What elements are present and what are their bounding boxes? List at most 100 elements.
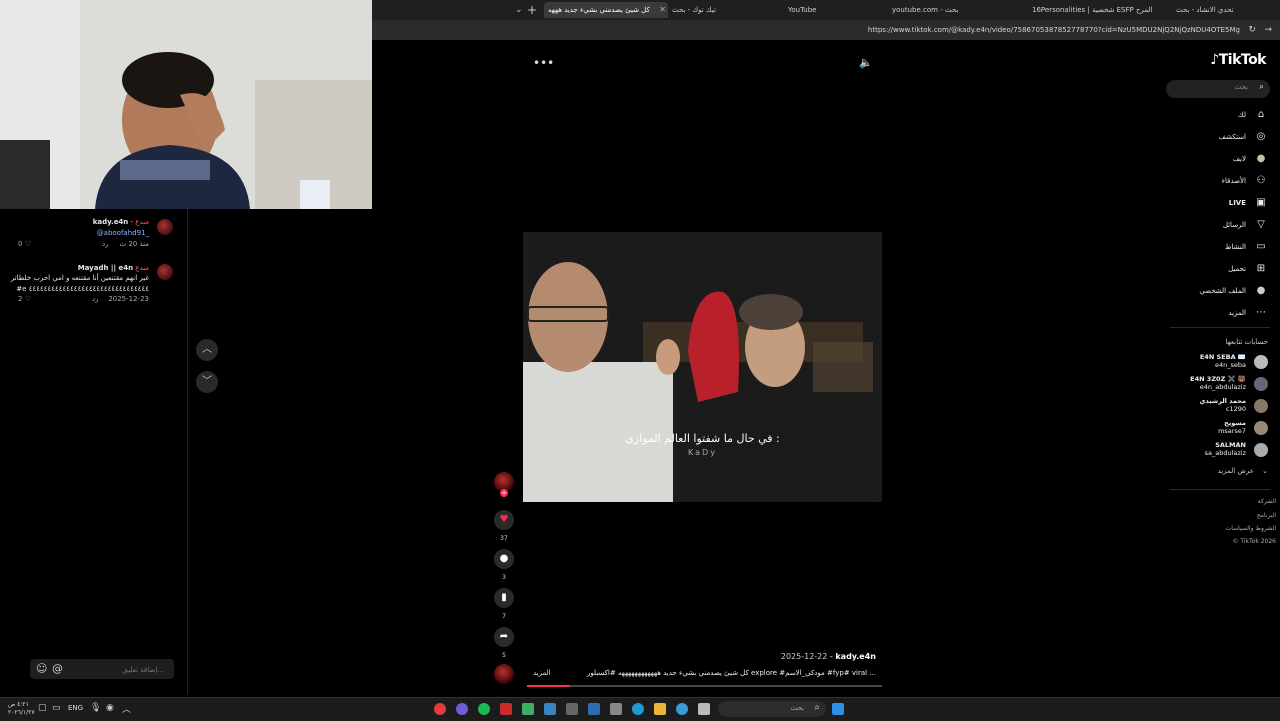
app-icon-store[interactable] bbox=[544, 703, 556, 715]
clock-date: ٢٠٢٦/١/٢٧ bbox=[8, 709, 35, 716]
footer-link-terms[interactable]: الشروط والسياسات bbox=[1226, 525, 1276, 532]
see-more-label: عرض المزيد bbox=[1217, 467, 1254, 475]
see-more-link[interactable]: المزيد bbox=[533, 669, 551, 677]
video-player[interactable]: في حال ما شفتوا العالم الموازي : KaDy bbox=[523, 232, 882, 502]
app-icon-edge[interactable] bbox=[632, 703, 644, 715]
search-placeholder: بحث bbox=[1234, 83, 1248, 91]
search-icon: ⌕ bbox=[814, 702, 820, 713]
sidebar-item-foryou[interactable]: لك ⌂ bbox=[1238, 107, 1268, 123]
sidebar-item-label: المزيد bbox=[1228, 309, 1246, 317]
reply-button[interactable]: رد bbox=[92, 295, 99, 303]
network-icon[interactable]: ◉ bbox=[106, 703, 114, 713]
app-icon-whatsapp[interactable] bbox=[522, 703, 534, 715]
sidebar-item-label: لك bbox=[1237, 111, 1246, 119]
comment-author[interactable]: kady.e4n - مبدع bbox=[93, 217, 149, 227]
previous-video-button[interactable]: ︿ bbox=[196, 339, 218, 361]
sidebar-item-messages[interactable]: الرسائل ▽ bbox=[1223, 217, 1268, 233]
video-watermark: KaDy bbox=[688, 448, 717, 457]
more-icon: ⋯ bbox=[1256, 307, 1266, 318]
tab-tiktok-search[interactable]: تيك توك - بحث bbox=[668, 2, 782, 18]
new-tab-button[interactable]: + bbox=[527, 0, 537, 20]
app-icon-copilot[interactable] bbox=[676, 703, 688, 715]
footer-link-company[interactable]: الشركة bbox=[1258, 498, 1276, 505]
comment-button[interactable]: ● bbox=[494, 549, 514, 569]
forward-icon[interactable]: → bbox=[1264, 20, 1272, 40]
like-button[interactable]: ♥ bbox=[494, 510, 514, 530]
comment-box: ☺ @ bbox=[30, 659, 174, 681]
comment-author[interactable]: Mayadh || e4n مبدع bbox=[78, 263, 149, 273]
footer-link-program[interactable]: البرنامج bbox=[1257, 512, 1276, 519]
following-account[interactable]: E4N SEBA ✉️ e4n_seba bbox=[1200, 353, 1268, 373]
chevron-up-icon[interactable]: ︿ bbox=[122, 702, 131, 715]
search-box[interactable]: بحث ⌕ bbox=[1166, 80, 1270, 98]
clock[interactable]: ٤:٢١ ص ٢٠٢٦/١/٢٧ bbox=[8, 701, 35, 717]
follow-plus-icon[interactable]: + bbox=[500, 489, 508, 497]
tab-list-icon[interactable]: ⌄ bbox=[515, 0, 523, 20]
emoji-icon[interactable]: ☺ bbox=[36, 662, 47, 675]
url-field[interactable]: https://www.tiktok.com/@kady.e4n/video/7… bbox=[868, 23, 1240, 37]
battery-icon[interactable]: ▭ bbox=[52, 703, 61, 713]
following-account[interactable]: مسويح msarse7 bbox=[1218, 419, 1268, 439]
notification-icon[interactable]: ▢ bbox=[38, 703, 47, 713]
more-options-icon[interactable]: ••• bbox=[533, 56, 554, 70]
tab-tiktok-video[interactable]: كل شيئ يصدمني بشيء جديد هههه ✕ bbox=[544, 2, 668, 18]
like-count: 2 bbox=[18, 295, 23, 303]
sidebar-item-upload[interactable]: تحميل ⊞ bbox=[1228, 261, 1268, 277]
next-video-button[interactable]: ﹀ bbox=[196, 371, 218, 393]
account-name: E4N 3Z0Z ✖️ 🐻 bbox=[1190, 375, 1246, 383]
music-disc-icon[interactable] bbox=[494, 664, 514, 684]
sidebar-item-more[interactable]: المزيد ⋯ bbox=[1228, 305, 1268, 321]
sidebar-item-explore[interactable]: استكشف ◎ bbox=[1219, 129, 1268, 145]
comment-icon: ● bbox=[499, 553, 509, 564]
following-account[interactable]: E4N 3Z0Z ✖️ 🐻 e4n_abdulaziz bbox=[1190, 375, 1268, 395]
app-icon-discord[interactable] bbox=[456, 703, 468, 715]
save-button[interactable]: ▮ bbox=[494, 588, 514, 608]
sidebar-item-label: النشاط bbox=[1224, 243, 1246, 251]
app-icon-task-view[interactable] bbox=[698, 703, 710, 715]
comment-like[interactable]: 0 ♡ bbox=[18, 240, 31, 248]
reload-icon[interactable]: ↻ bbox=[1248, 20, 1256, 40]
tiktok-logo[interactable]: ♪TikTok bbox=[1210, 52, 1266, 68]
video-author[interactable]: kady.e4n bbox=[835, 652, 876, 661]
comment-like[interactable]: 2 ♡ bbox=[18, 295, 31, 303]
mic-icon[interactable]: 🎙 bbox=[90, 703, 101, 713]
home-icon: ⌂ bbox=[1257, 109, 1265, 120]
see-more-accounts[interactable]: عرض المزيد ⌄ bbox=[1218, 467, 1268, 475]
share-button[interactable]: ➦ bbox=[494, 627, 514, 647]
following-account[interactable]: SALMAN sa_abdulaziz bbox=[1205, 441, 1268, 461]
app-icon-terminal[interactable] bbox=[610, 703, 622, 715]
language-indicator[interactable]: ENG bbox=[68, 704, 83, 712]
app-icon-opera[interactable] bbox=[434, 703, 446, 715]
folder-icon[interactable] bbox=[654, 703, 666, 715]
account-name: محمد الرشيدي bbox=[1199, 397, 1246, 405]
search-icon[interactable]: ⌕ bbox=[1259, 82, 1264, 92]
tab-youtube[interactable]: YouTube bbox=[784, 2, 888, 18]
tab-anasheed-search[interactable]: تحدي الانشاد - بحث bbox=[1172, 2, 1280, 18]
sidebar-item-profile[interactable]: الملف الشخصي ● bbox=[1199, 283, 1268, 299]
settings-icon[interactable] bbox=[566, 703, 578, 715]
volume-icon[interactable]: 🔈 bbox=[859, 56, 873, 69]
following-account[interactable]: محمد الرشيدي c1290 bbox=[1199, 397, 1268, 417]
app-icon-mail[interactable] bbox=[588, 703, 600, 715]
video-progress-track[interactable] bbox=[527, 685, 882, 687]
avatar[interactable] bbox=[157, 219, 173, 235]
avatar-icon: ● bbox=[1256, 153, 1266, 164]
sidebar-item-friends[interactable]: الأصدقاء ⚇ bbox=[1222, 173, 1268, 189]
close-icon[interactable]: ✕ bbox=[659, 2, 666, 18]
tab-16personalities[interactable]: 16Personalities | شخصية ESFP المرح bbox=[1028, 2, 1152, 18]
sidebar-item-live[interactable]: LIVE ▣ bbox=[1229, 195, 1268, 211]
avatar[interactable] bbox=[157, 264, 173, 280]
sidebar-item-label: الأصدقاء bbox=[1221, 177, 1246, 185]
app-icon-spotify[interactable] bbox=[478, 703, 490, 715]
tab-label: تيك توك - بحث bbox=[672, 6, 716, 14]
mention-button[interactable]: @ bbox=[52, 662, 63, 675]
windows-start-icon[interactable] bbox=[832, 703, 844, 715]
app-icon-word[interactable] bbox=[500, 703, 512, 715]
tab-youtube-search[interactable]: youtube.com - بحث bbox=[888, 2, 1007, 18]
comment-input[interactable] bbox=[72, 659, 166, 681]
account-name: مسويح bbox=[1224, 419, 1246, 427]
reply-button[interactable]: رد bbox=[102, 240, 109, 248]
sidebar-item-live-feed[interactable]: لايف ● bbox=[1233, 151, 1268, 167]
taskbar-search[interactable]: بحث ⌕ bbox=[718, 701, 826, 717]
sidebar-item-activity[interactable]: النشاط ▭ bbox=[1225, 239, 1268, 255]
